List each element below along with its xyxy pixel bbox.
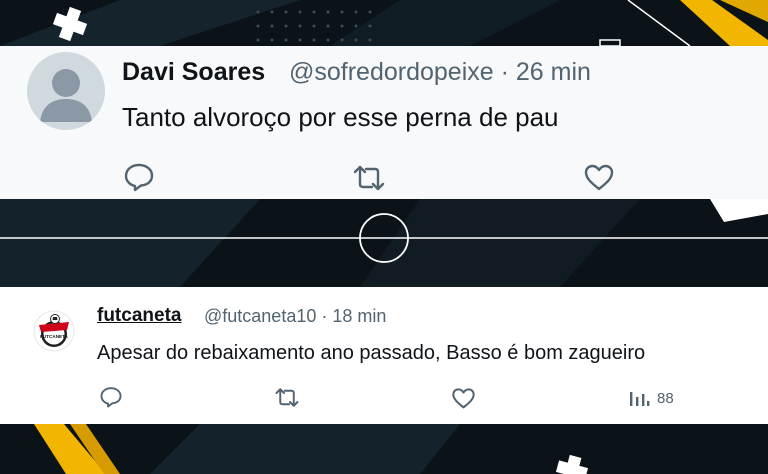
retweet-button[interactable] xyxy=(274,387,300,408)
like-button[interactable] xyxy=(451,387,476,409)
reply-icon xyxy=(100,387,122,408)
user-silhouette-icon xyxy=(40,69,92,122)
reply-button[interactable] xyxy=(123,162,155,192)
reply-icon xyxy=(124,163,154,192)
reply-button[interactable] xyxy=(99,386,123,408)
futcaneta-logo-icon: FUTCANETA xyxy=(33,310,75,352)
like-button[interactable] xyxy=(583,163,615,191)
logo-text: FUTCANETA xyxy=(40,334,68,339)
display-name[interactable]: futcaneta xyxy=(97,305,181,327)
views-button[interactable]: 88 xyxy=(628,388,674,408)
handle-and-time: @futcaneta10 · 18 min xyxy=(204,306,387,326)
display-name[interactable]: Davi Soares xyxy=(122,58,265,87)
retweet-icon xyxy=(275,388,299,407)
handle-and-time: @sofredordopeixe · 26 min xyxy=(289,58,591,86)
tweet-card-davi-soares[interactable]: Davi Soares @sofredordopeixe · 26 min Ta… xyxy=(0,46,768,199)
tweet-text: Apesar do rebaixamento ano passado, Bass… xyxy=(97,342,646,364)
futcaneta-logo[interactable]: FUTCANETA xyxy=(33,310,75,352)
retweet-icon xyxy=(353,165,385,191)
tweet-text: Tanto alvoroço por esse perna de pau xyxy=(122,102,559,132)
retweet-button[interactable] xyxy=(352,164,386,192)
like-icon xyxy=(584,164,614,191)
views-count: 88 xyxy=(657,389,674,407)
like-icon xyxy=(452,388,475,409)
default-user-avatar[interactable] xyxy=(27,52,105,130)
views-icon xyxy=(630,392,650,406)
tweet-card-futcaneta[interactable]: FUTCANETA futcaneta @futcaneta10 · 18 mi… xyxy=(0,287,768,424)
